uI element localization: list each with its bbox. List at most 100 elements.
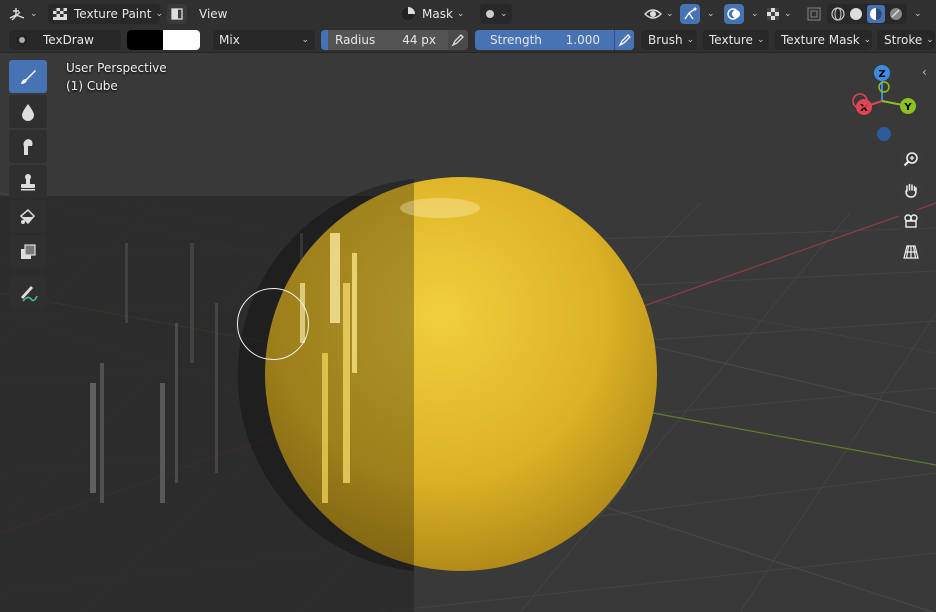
shading-material-icon[interactable] (867, 5, 885, 23)
neg-y-handle[interactable] (878, 81, 890, 93)
chevron-down-icon: ⌄ (914, 9, 922, 19)
mode-selector[interactable]: Texture Paint ⌄ (48, 4, 163, 24)
soften-icon (19, 102, 37, 122)
chevron-down-icon: ⌄ (686, 35, 695, 45)
shading-wire-icon[interactable] (831, 7, 845, 21)
chevron-down-icon: ⌄ (751, 9, 759, 19)
neg-z-handle[interactable] (877, 127, 891, 141)
chevron-down-icon: ⌄ (707, 9, 715, 19)
sphere-highlight (400, 198, 480, 218)
secondary-color-swatch[interactable] (163, 30, 200, 50)
mask-icon (19, 243, 37, 261)
camera-icon (903, 213, 919, 229)
chevron-down-icon: ⌄ (155, 9, 163, 19)
3d-viewport-icon (8, 6, 26, 22)
3d-viewport[interactable]: User Perspective (1) Cube Z X Y ‹ (0, 53, 936, 612)
tool-fill[interactable] (9, 200, 47, 233)
annotate-icon (17, 283, 39, 303)
object-label: (1) Cube (66, 79, 118, 93)
blend-mode-dropdown[interactable]: Mix ⌄ (213, 30, 315, 50)
y-axis-label: Y (903, 102, 912, 113)
brush-cursor (237, 288, 309, 360)
texture-menu-label: Texture (709, 33, 753, 47)
brush-preview-icon (15, 33, 29, 47)
shading-solid-icon[interactable] (849, 7, 863, 21)
pan-hand-icon (903, 182, 919, 198)
xray-toggle[interactable] (804, 4, 824, 24)
shading-switcher[interactable] (827, 4, 907, 24)
brush-selector[interactable]: TexDraw (9, 30, 121, 50)
symmetry-dropdown[interactable]: ⌄ (480, 4, 512, 24)
mask-label: Mask (422, 7, 453, 21)
strength-slider[interactable]: Strength 1.000 (475, 30, 634, 50)
zoom-icon (903, 151, 919, 167)
mask-shading-icon (400, 6, 416, 22)
brush-name: TexDraw (43, 33, 94, 47)
pressure-pen-icon[interactable] (614, 30, 634, 50)
clone-icon (19, 172, 37, 192)
overlay-icon (727, 7, 741, 21)
overlay-toggle[interactable] (724, 4, 744, 24)
chevron-down-icon: ⌄ (30, 9, 38, 19)
texture-menu[interactable]: Texture ⌄ (702, 30, 769, 50)
tool-clone[interactable] (9, 165, 47, 198)
xray-dropdown[interactable]: ⌄ (766, 4, 798, 24)
editor-type-selector[interactable]: ⌄ (8, 4, 42, 24)
stroke-menu-label: Stroke (884, 33, 923, 47)
blend-mode-value: Mix (219, 33, 240, 47)
chevron-down-icon: ⌄ (301, 35, 309, 45)
strength-label: Strength (490, 33, 542, 47)
smear-icon (19, 137, 37, 157)
face-mask-icon (171, 8, 183, 20)
chevron-down-icon: ⌄ (863, 35, 872, 45)
chevron-down-icon: ⌄ (500, 9, 508, 19)
tool-shelf (9, 60, 48, 311)
stroke-menu[interactable]: Stroke ⌄ (877, 30, 935, 50)
texture-paint-icon (52, 7, 68, 21)
perspective-toggle-button[interactable] (898, 239, 924, 265)
mask-dropdown[interactable]: Mask ⌄ (400, 4, 472, 24)
chevron-down-icon: ⌄ (926, 35, 934, 45)
pan-button[interactable] (898, 177, 924, 203)
primary-color-swatch[interactable] (127, 30, 163, 50)
radius-slider-fill (321, 30, 328, 50)
brush-menu[interactable]: Brush ⌄ (641, 30, 697, 50)
grid-perspective-icon (903, 244, 919, 260)
paint-mask-toggle[interactable] (167, 4, 187, 24)
z-axis-label: Z (878, 69, 885, 80)
navigation-gizmo[interactable]: Z X Y (848, 61, 920, 141)
chevron-down-icon: ⌄ (756, 35, 765, 45)
tool-smear[interactable] (9, 130, 47, 163)
chevron-down-icon: ⌄ (456, 9, 465, 19)
zoom-button[interactable] (898, 146, 924, 172)
tool-soften[interactable] (9, 95, 47, 128)
pressure-pen-icon[interactable] (448, 30, 468, 50)
tool-draw[interactable] (9, 60, 47, 93)
visibility-dropdown[interactable]: ⌄ (644, 4, 674, 24)
draw-brush-icon (18, 67, 38, 87)
gizmo-toggle[interactable] (680, 4, 700, 24)
chevron-down-icon: ⌄ (784, 9, 792, 19)
texture-mask-menu[interactable]: Texture Mask ⌄ (774, 30, 872, 50)
tool-annotate[interactable] (9, 276, 47, 309)
tool-settings-bar: TexDraw Mix ⌄ Radius 44 px Strength 1.00… (0, 27, 936, 53)
xray-icon (807, 7, 821, 21)
shading-rendered-icon[interactable] (889, 7, 903, 21)
chevron-down-icon: ⌄ (666, 9, 674, 19)
gizmo-dropdown[interactable]: ⌄ (703, 4, 717, 24)
fill-icon (18, 207, 38, 227)
radius-label: Radius (335, 33, 376, 47)
sidebar-toggle-icon[interactable]: ‹ (922, 65, 927, 79)
visibility-icon (644, 7, 662, 21)
tool-mask[interactable] (9, 235, 47, 268)
perspective-label: User Perspective (66, 61, 167, 75)
shading-dropdown[interactable]: ⌄ (910, 4, 926, 24)
view-menu[interactable]: View (199, 4, 227, 24)
overlay-dropdown[interactable]: ⌄ (747, 4, 761, 24)
viewport-header: ⌄ Texture Paint ⌄ View Mask ⌄ ⌄ ⌄ ⌄ ⌄ ⌄ … (0, 0, 936, 27)
camera-view-button[interactable] (898, 208, 924, 234)
strength-value: 1.000 (565, 33, 600, 47)
radius-slider[interactable]: Radius 44 px (321, 30, 468, 50)
radius-value: 44 px (402, 33, 436, 47)
dot-icon (484, 8, 496, 20)
